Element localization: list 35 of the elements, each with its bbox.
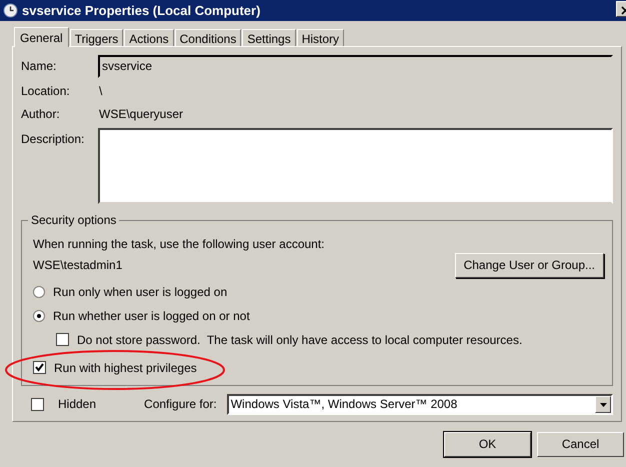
description-field[interactable] (98, 128, 613, 204)
configure-dropdown[interactable]: Windows Vista™, Windows Server™ 2008 (226, 394, 613, 415)
option-label: Hidden (58, 397, 96, 412)
dropdown-arrow-icon (600, 402, 606, 406)
account-prompt: When running the task, use the following user account: (33, 237, 326, 252)
tab[interactable]: Actions (124, 29, 174, 46)
ok-button[interactable]: OK (444, 432, 531, 457)
tab[interactable]: General (14, 27, 69, 47)
checkbox[interactable] (33, 361, 46, 374)
field-value: WSE\queryuser (98, 106, 184, 122)
radio-button[interactable] (33, 310, 45, 322)
field-label: Author: (21, 106, 61, 122)
group-title: Security options (28, 213, 120, 228)
field-label: Configure for: (144, 397, 217, 412)
option-label: Do not store password. The task will only have access to local computer resources. (77, 332, 522, 347)
field-label: Name: (21, 58, 58, 74)
radio-button[interactable] (33, 286, 45, 298)
option-label: Run with highest privileges (54, 360, 197, 375)
tab[interactable]: Conditions (174, 29, 242, 46)
option-label: Run only when user is logged on (53, 284, 228, 299)
field-value: \ (98, 83, 102, 98)
account-name: WSE\testadmin1 (33, 258, 122, 273)
field-label: Description: (21, 131, 86, 146)
tab[interactable]: Triggers (70, 29, 124, 46)
option-label: Run whether user is logged on or not (53, 308, 250, 323)
field-label: Location: (21, 83, 71, 98)
tab[interactable]: History (296, 29, 344, 46)
tab[interactable]: Settings (242, 29, 296, 46)
checkbox[interactable] (56, 333, 69, 346)
checkbox[interactable] (31, 398, 44, 411)
change-user-button[interactable]: Change User or Group... (454, 253, 604, 278)
cancel-button[interactable]: Cancel (537, 432, 624, 457)
name-field[interactable]: svservice (98, 55, 613, 78)
clock-icon (3, 3, 18, 18)
window-title: svservice Properties (Local Computer) (22, 2, 260, 18)
